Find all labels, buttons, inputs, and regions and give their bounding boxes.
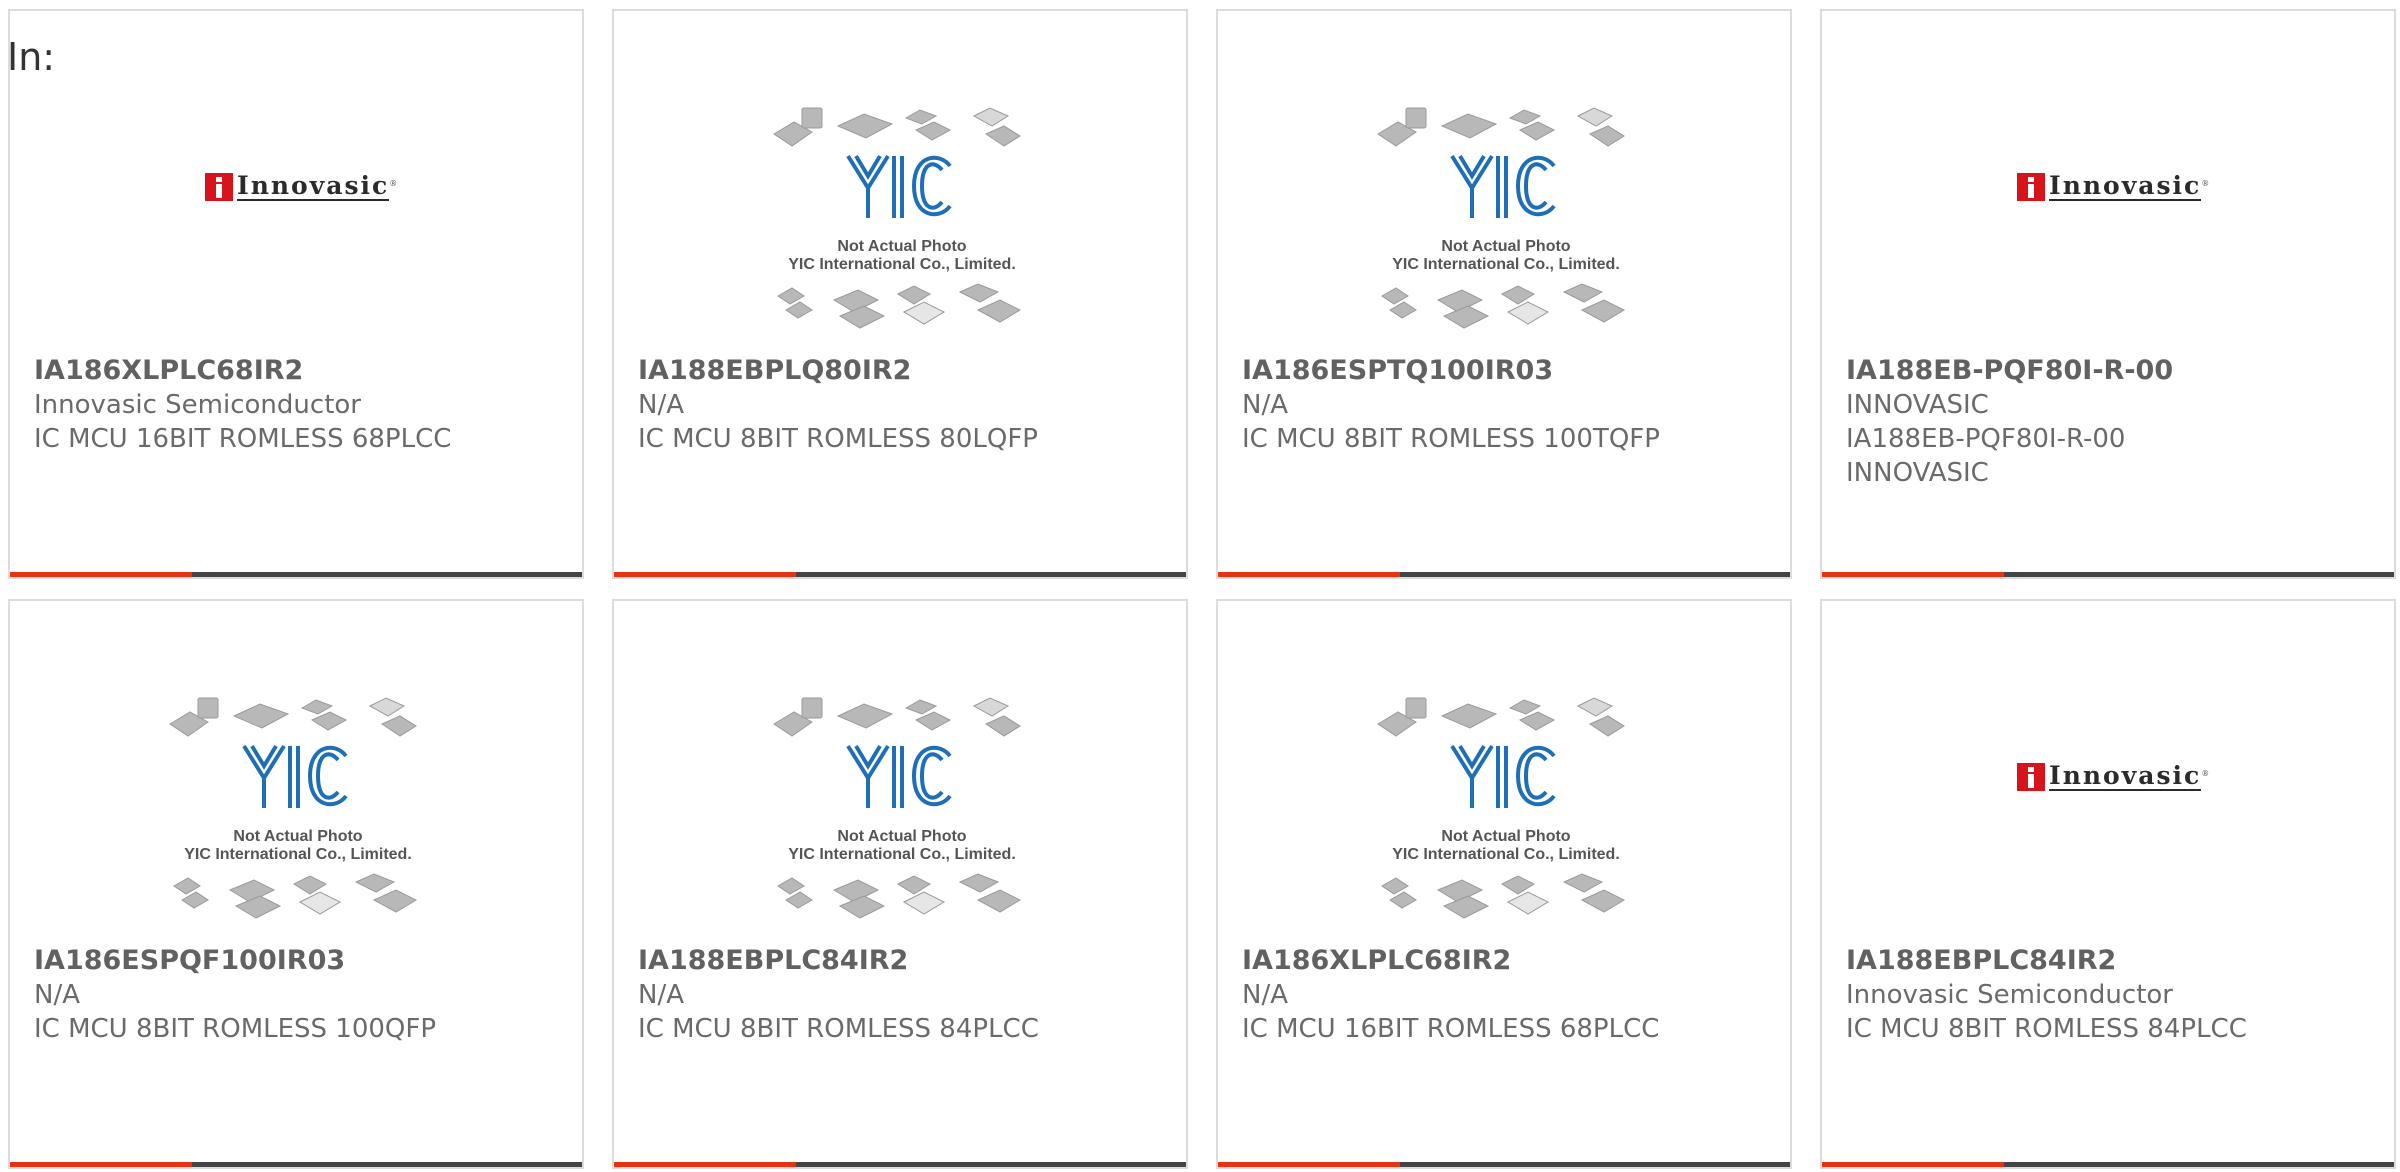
- card-accent-bar: [1218, 572, 1400, 577]
- product-card[interactable]: Not Actual Photo YIC International Co., …: [1216, 9, 1792, 579]
- product-image[interactable]: Not Actual Photo YIC International Co., …: [1368, 96, 1644, 350]
- product-info: IA186XLPLC68IR2 N/A IC MCU 16BIT ROMLESS 6…: [1242, 944, 1778, 1046]
- card-accent-bar: [614, 572, 796, 577]
- innovasic-mark-icon: [2017, 173, 2045, 201]
- description-text: IC MCU 8BIT ROMLESS 84PLCC: [638, 1014, 1039, 1044]
- manufacturer-text: Innovasic Semiconductor: [34, 390, 361, 420]
- part-number-link[interactable]: IA188EBPLQ80IR2: [638, 354, 1174, 388]
- product-card[interactable]: Innovasic ® IA186XLPLC68IR2 Innovasic Sem…: [8, 9, 584, 579]
- part-number-link[interactable]: IA188EBPLC84IR2: [1846, 944, 2382, 978]
- description-text: IC MCU 16BIT ROMLESS 68PLCC: [34, 424, 452, 454]
- yic-placeholder-image: Not Actual Photo YIC International Co., …: [773, 107, 1022, 329]
- card-bottom-bar: [614, 1162, 1186, 1167]
- product-info: IA188EB-PQF80I-R-00 INNOVASIC IA188EB-PQF8…: [1846, 354, 2382, 490]
- innovasic-logo: Innovasic ®: [2017, 763, 2209, 791]
- yic-placeholder-image: Not Actual Photo YIC International Co., …: [1377, 697, 1626, 919]
- card-bottom-bar: [614, 572, 1186, 577]
- part-number-link[interactable]: IA186ESPQF100IR03: [34, 944, 570, 978]
- manufacturer-text: INNOVASIC: [1846, 390, 1989, 420]
- page-label: In:: [7, 35, 56, 79]
- placeholder-caption-2: YIC International Co., Limited.: [1392, 846, 1620, 863]
- part-number-link[interactable]: IA188EBPLC84IR2: [638, 944, 1174, 978]
- placeholder-caption-2: YIC International Co., Limited.: [788, 846, 1016, 863]
- card-accent-bar: [1218, 1162, 1400, 1167]
- product-info: IA188EBPLC84IR2 N/A IC MCU 8BIT ROMLESS 84…: [638, 944, 1174, 1046]
- placeholder-caption-2: YIC International Co., Limited.: [788, 256, 1016, 273]
- product-image[interactable]: Not Actual Photo YIC International Co., …: [764, 96, 1040, 350]
- card-accent-bar: [1822, 572, 2004, 577]
- description-text: IC MCU 8BIT ROMLESS 100QFP: [34, 1014, 437, 1044]
- placeholder-caption-2: YIC International Co., Limited.: [1392, 256, 1620, 273]
- product-image[interactable]: Not Actual Photo YIC International Co., …: [764, 686, 1040, 940]
- part-number-link[interactable]: IA186ESPTQ100IR03: [1242, 354, 1778, 388]
- part-number-link[interactable]: IA186XLPLC68IR2: [1242, 944, 1778, 978]
- product-image[interactable]: Not Actual Photo YIC International Co., …: [1368, 686, 1644, 940]
- placeholder-caption-1: Not Actual Photo: [837, 828, 966, 845]
- placeholder-caption-1: Not Actual Photo: [837, 238, 966, 255]
- card-accent-bar: [614, 1162, 796, 1167]
- placeholder-caption-2: YIC International Co., Limited.: [184, 846, 412, 863]
- product-card[interactable]: Not Actual Photo YIC International Co., …: [8, 599, 584, 1169]
- card-bottom-bar: [1822, 572, 2394, 577]
- card-accent-bar: [1822, 1162, 2004, 1167]
- innovasic-wordmark: Innovasic: [2049, 761, 2202, 791]
- innovasic-wordmark: Innovasic: [2049, 171, 2202, 201]
- manufacturer-text: N/A: [1242, 980, 1288, 1010]
- placeholder-caption-1: Not Actual Photo: [233, 828, 362, 845]
- card-accent-bar: [10, 1162, 192, 1167]
- card-bottom-bar: [10, 572, 582, 577]
- product-card[interactable]: Innovasic ® IA188EBPLC84IR2 Innovasic Sem…: [1820, 599, 2396, 1169]
- product-image[interactable]: Innovasic ®: [160, 96, 436, 350]
- yic-placeholder-image: Not Actual Photo YIC International Co., …: [1377, 107, 1626, 329]
- product-card[interactable]: Not Actual Photo YIC International Co., …: [612, 599, 1188, 1169]
- manufacturer-text: N/A: [34, 980, 80, 1010]
- card-bottom-bar: [1218, 572, 1790, 577]
- innovasic-logo: Innovasic ®: [205, 173, 397, 201]
- card-bottom-bar: [1822, 1162, 2394, 1167]
- product-card[interactable]: Not Actual Photo YIC International Co., …: [1216, 599, 1792, 1169]
- part-number-link[interactable]: IA186XLPLC68IR2: [34, 354, 570, 388]
- product-card[interactable]: Innovasic ® IA188EB-PQF80I-R-00 INNOVASIC…: [1820, 9, 2396, 579]
- extra-text: INNOVASIC: [1846, 458, 1989, 488]
- placeholder-caption-1: Not Actual Photo: [1441, 828, 1570, 845]
- yic-placeholder-image: Not Actual Photo YIC International Co., …: [169, 697, 418, 919]
- product-info: IA186ESPTQ100IR03 N/A IC MCU 8BIT ROMLESS …: [1242, 354, 1778, 456]
- manufacturer-text: Innovasic Semiconductor: [1846, 980, 2173, 1010]
- innovasic-mark-icon: [205, 173, 233, 201]
- card-bottom-bar: [10, 1162, 582, 1167]
- description-text: IC MCU 8BIT ROMLESS 80LQFP: [638, 424, 1038, 454]
- product-image[interactable]: Innovasic ®: [1972, 96, 2248, 350]
- innovasic-logo: Innovasic ®: [2017, 173, 2209, 201]
- description-text: IC MCU 8BIT ROMLESS 84PLCC: [1846, 1014, 2247, 1044]
- card-accent-bar: [10, 572, 192, 577]
- product-info: IA186XLPLC68IR2 Innovasic Semiconductor IC…: [34, 354, 570, 456]
- manufacturer-text: N/A: [638, 980, 684, 1010]
- product-info: IA188EBPLC84IR2 Innovasic Semiconductor IC…: [1846, 944, 2382, 1046]
- manufacturer-text: N/A: [638, 390, 684, 420]
- placeholder-caption-1: Not Actual Photo: [1441, 238, 1570, 255]
- yic-placeholder-image: Not Actual Photo YIC International Co., …: [773, 697, 1022, 919]
- product-info: IA188EBPLQ80IR2 N/A IC MCU 8BIT ROMLESS 80…: [638, 354, 1174, 456]
- card-bottom-bar: [1218, 1162, 1790, 1167]
- description-text: IC MCU 8BIT ROMLESS 100TQFP: [1242, 424, 1660, 454]
- manufacturer-text: N/A: [1242, 390, 1288, 420]
- innovasic-wordmark: Innovasic: [237, 171, 390, 201]
- innovasic-mark-icon: [2017, 763, 2045, 791]
- description-text: IC MCU 16BIT ROMLESS 68PLCC: [1242, 1014, 1660, 1044]
- product-image[interactable]: Innovasic ®: [1972, 686, 2248, 940]
- description-text: IA188EB-PQF80I-R-00: [1846, 424, 2126, 454]
- product-card[interactable]: Not Actual Photo YIC International Co., …: [612, 9, 1188, 579]
- part-number-link[interactable]: IA188EB-PQF80I-R-00: [1846, 354, 2382, 388]
- product-info: IA186ESPQF100IR03 N/A IC MCU 8BIT ROMLESS …: [34, 944, 570, 1046]
- product-grid: Innovasic ® IA186XLPLC68IR2 Innovasic Sem…: [8, 9, 2400, 1172]
- product-image[interactable]: Not Actual Photo YIC International Co., …: [160, 686, 436, 940]
